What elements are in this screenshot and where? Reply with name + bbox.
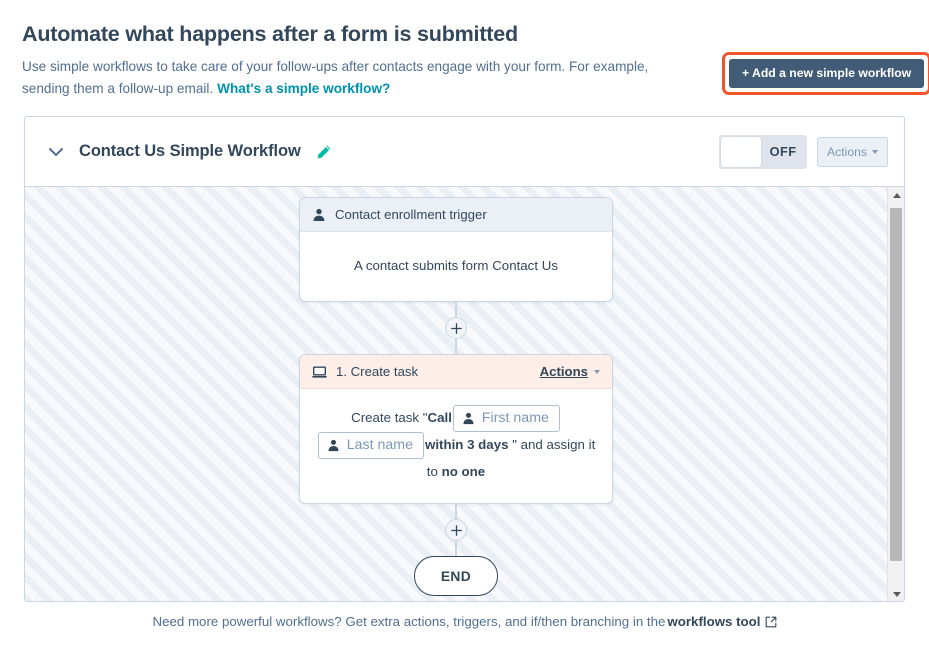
add-step-button-1[interactable]	[445, 317, 467, 339]
scrollbar-thumb[interactable]	[890, 208, 902, 561]
task-text-prefix: Create task "	[351, 410, 428, 426]
workflow-card: Contact Us Simple Workflow OFF Actions C…	[24, 116, 905, 602]
scroll-up-arrow-icon[interactable]	[888, 187, 904, 204]
workflow-name: Contact Us Simple Workflow	[79, 142, 301, 160]
add-new-simple-workflow-button[interactable]: + Add a new simple workflow	[729, 59, 925, 89]
workflow-enable-toggle[interactable]: OFF	[719, 134, 808, 169]
trigger-node-body: A contact submits form Contact Us	[354, 257, 558, 273]
chevron-down-icon[interactable]	[45, 141, 67, 163]
trigger-node-header: Contact enrollment trigger	[300, 198, 612, 232]
action-node-title: 1. Create task	[336, 364, 419, 379]
token-chip-last-name[interactable]: Last name	[317, 432, 424, 459]
page-description: Use simple workflows to take care of you…	[22, 56, 662, 101]
connector-line	[455, 302, 457, 317]
toggle-knob	[721, 136, 762, 167]
workflow-canvas-wrapper: Contact enrollment trigger A contact sub…	[25, 186, 904, 601]
workflow-actions-button[interactable]: Actions	[817, 136, 888, 167]
workflow-flow: Contact enrollment trigger A contact sub…	[25, 187, 887, 596]
connector-line	[455, 541, 457, 556]
toggle-state-label: OFF	[769, 144, 797, 159]
action-node-body: Create task "Call First name Last name with…	[300, 389, 612, 503]
task-text-due: within 3 days	[424, 437, 509, 453]
connector-line	[455, 504, 457, 519]
simple-workflows-page: Automate what happens after a form is su…	[0, 0, 929, 655]
page-footer: Need more powerful workflows? Get extra …	[0, 614, 929, 631]
end-node: END	[414, 556, 498, 596]
workflows-tool-link[interactable]: workflows tool	[667, 614, 760, 629]
workflow-canvas[interactable]: Contact enrollment trigger A contact sub…	[25, 187, 887, 601]
footer-text: Need more powerful workflows? Get extra …	[152, 614, 666, 629]
create-task-action-node[interactable]: 1. Create task Actions Create task "Call…	[299, 354, 613, 504]
token-chip-first-name-label: First name	[481, 410, 549, 426]
chevron-down-icon	[872, 149, 878, 154]
trigger-node-title: Contact enrollment trigger	[335, 207, 487, 222]
add-step-button-2[interactable]	[445, 519, 467, 541]
workflow-header-controls: OFF Actions	[719, 134, 888, 169]
whats-a-simple-workflow-link[interactable]: What's a simple workflow?	[217, 81, 390, 96]
contact-person-icon	[327, 439, 340, 452]
workflow-actions-label: Actions	[827, 144, 867, 159]
external-link-icon[interactable]	[765, 616, 777, 631]
task-text-call: Call	[427, 410, 452, 426]
connector-line	[455, 339, 457, 354]
page-description-line1: Use simple workflows to take care of you…	[22, 58, 649, 74]
page-description-line2: sending them a follow-up email.	[22, 81, 214, 97]
canvas-scrollbar[interactable]	[887, 187, 904, 601]
pencil-icon[interactable]	[315, 143, 333, 161]
page-title: Automate what happens after a form is su…	[22, 22, 518, 46]
token-chip-last-name-label: Last name	[346, 437, 413, 453]
workflow-header: Contact Us Simple Workflow OFF Actions	[25, 117, 904, 186]
contact-person-icon	[462, 412, 475, 425]
contact-person-icon	[312, 208, 326, 222]
task-text-assignee: no one	[441, 464, 486, 479]
token-chip-first-name[interactable]: First name	[452, 405, 560, 432]
action-node-actions-menu[interactable]: Actions	[540, 364, 600, 379]
action-node-header: 1. Create task Actions	[300, 355, 612, 389]
chevron-down-icon	[594, 369, 600, 374]
contact-enrollment-trigger-node[interactable]: Contact enrollment trigger A contact sub…	[299, 197, 613, 302]
action-node-actions-label: Actions	[539, 364, 588, 379]
scroll-down-arrow-icon[interactable]	[888, 586, 904, 601]
add-workflow-highlight-box: + Add a new simple workflow	[722, 52, 929, 96]
task-monitor-icon	[312, 365, 327, 379]
page-header: Automate what happens after a form is su…	[22, 22, 712, 101]
